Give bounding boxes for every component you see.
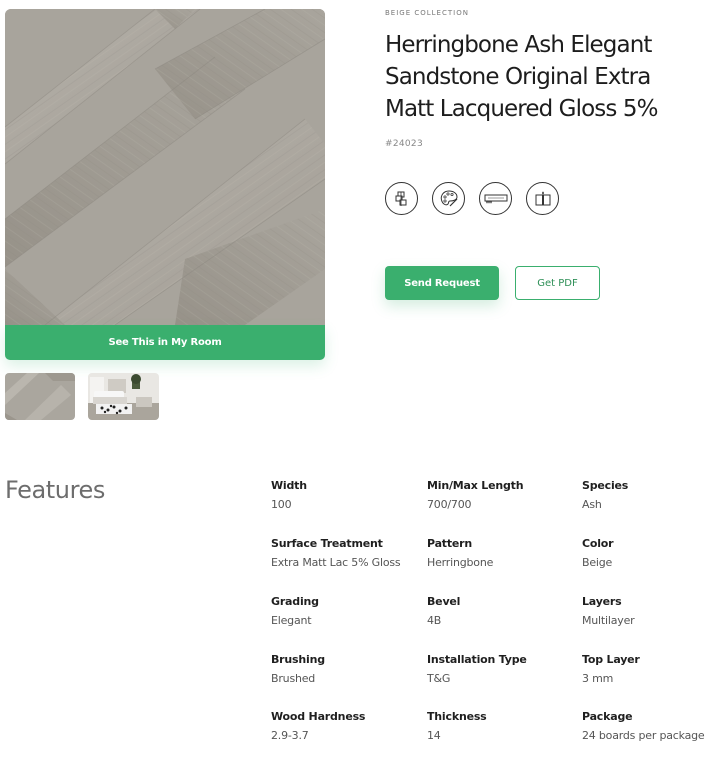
product-title: Herringbone Ash Elegant Sandstone Origin… xyxy=(385,29,715,125)
feature-item: Pattern Herringbone xyxy=(427,537,577,569)
collection-label: BEIGE COLLECTION xyxy=(385,9,469,17)
get-pdf-button[interactable]: Get PDF xyxy=(515,266,600,300)
feature-value: 4B xyxy=(427,614,442,627)
feature-label: Layers xyxy=(582,595,622,608)
herringbone-texture xyxy=(5,9,325,325)
book-icon xyxy=(535,190,550,205)
feature-item: Wood Hardness 2.9-3.7 xyxy=(271,710,421,742)
feature-value: Beige xyxy=(582,556,613,569)
layers-icon xyxy=(395,191,406,206)
feature-item: Surface Treatment Extra Matt Lac 5% Gloss xyxy=(271,537,421,569)
feature-label: Surface Treatment xyxy=(271,537,383,550)
feature-value: Ash xyxy=(582,498,602,511)
features-heading: Features xyxy=(5,476,105,504)
book-icon-button[interactable] xyxy=(526,182,559,215)
feature-value: 100 xyxy=(271,498,292,511)
thumbnail-room-scene[interactable] xyxy=(88,373,159,420)
feature-label: Wood Hardness xyxy=(271,710,366,723)
title-line: Sandstone Original Extra xyxy=(385,64,651,90)
feature-value: Elegant xyxy=(271,614,312,627)
feature-item: Species Ash xyxy=(582,479,721,511)
feature-label: Installation Type xyxy=(427,653,527,666)
send-request-button[interactable]: Send Request xyxy=(385,266,499,300)
feature-value: Extra Matt Lac 5% Gloss xyxy=(271,556,401,569)
thumbnail-herringbone[interactable] xyxy=(5,373,75,420)
feature-value: Brushed xyxy=(271,672,316,685)
feature-item: Brushing Brushed xyxy=(271,653,421,685)
feature-label: Grading xyxy=(271,595,319,608)
feature-value: 2.9-3.7 xyxy=(271,729,309,742)
feature-item: Thickness 14 xyxy=(427,710,577,742)
feature-value: 14 xyxy=(427,729,441,742)
see-in-room-button[interactable]: See This in My Room xyxy=(5,325,325,360)
feature-label: Pattern xyxy=(427,537,473,550)
feature-label: Brushing xyxy=(271,653,325,666)
product-main-image[interactable] xyxy=(5,9,325,325)
feature-value: T&G xyxy=(427,672,451,685)
title-line: Matt Lacquered Gloss 5% xyxy=(385,96,658,122)
feature-item: Min/Max Length 700/700 xyxy=(427,479,577,511)
feature-item: Color Beige xyxy=(582,537,721,569)
feature-label: Thickness xyxy=(427,710,487,723)
plank-icon-button[interactable] xyxy=(479,182,512,215)
title-line: Herringbone Ash Elegant xyxy=(385,32,652,58)
feature-label: Width xyxy=(271,479,307,492)
feature-value: Multilayer xyxy=(582,614,635,627)
product-sku: #24023 xyxy=(385,139,423,149)
feature-icons xyxy=(385,182,559,215)
room-scene-thumb-image xyxy=(88,373,159,420)
feature-value: 24 boards per package xyxy=(582,729,705,742)
feature-item: Installation Type T&G xyxy=(427,653,577,685)
feature-label: Species xyxy=(582,479,629,492)
feature-item: Top Layer 3 mm xyxy=(582,653,721,685)
feature-label: Color xyxy=(582,537,614,550)
feature-label: Top Layer xyxy=(582,653,640,666)
feature-value: 3 mm xyxy=(582,672,614,685)
herringbone-thumb-image xyxy=(5,373,75,420)
feature-item: Package 24 boards per package xyxy=(582,710,721,742)
feature-value: Herringbone xyxy=(427,556,494,569)
palette-icon xyxy=(440,189,458,206)
palette-icon-button[interactable] xyxy=(432,182,465,215)
feature-item: Bevel 4B xyxy=(427,595,577,627)
feature-label: Min/Max Length xyxy=(427,479,524,492)
feature-item: Width 100 xyxy=(271,479,421,511)
feature-item: Layers Multilayer xyxy=(582,595,721,627)
feature-label: Bevel xyxy=(427,595,461,608)
layers-icon-button[interactable] xyxy=(385,182,418,215)
feature-item: Grading Elegant xyxy=(271,595,421,627)
plank-saw-icon xyxy=(484,194,507,204)
feature-label: Package xyxy=(582,710,633,723)
feature-value: 700/700 xyxy=(427,498,472,511)
